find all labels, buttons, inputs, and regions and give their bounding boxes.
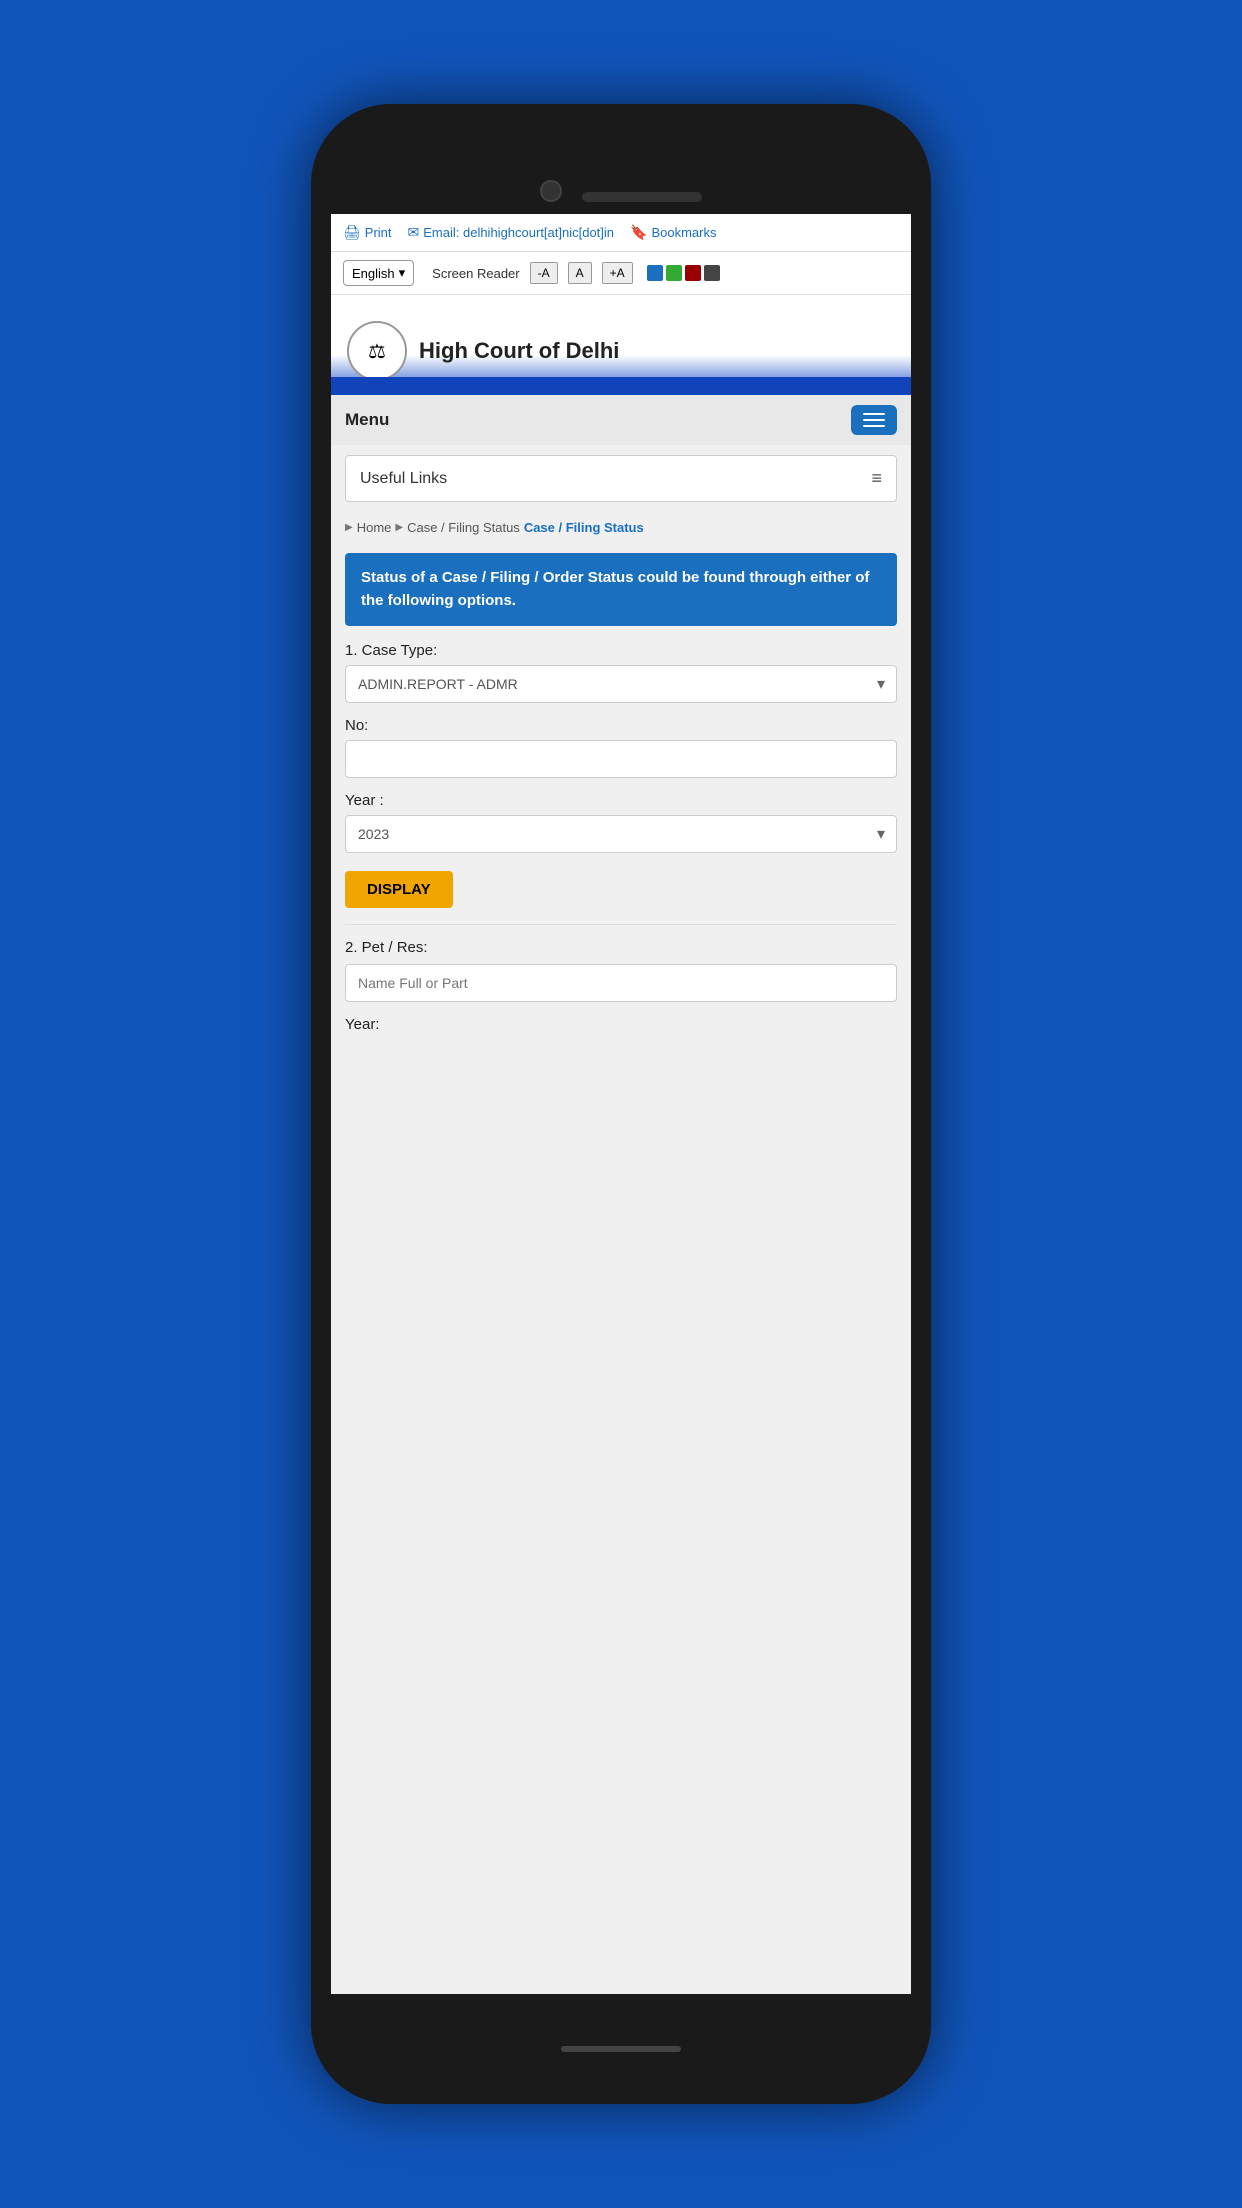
emblem-symbol: ⚖ <box>368 339 386 364</box>
browser-toolbar: 🖨 Print ✉ Email: delhihighcourt[at]nic[d… <box>331 214 911 252</box>
no-label: No: <box>345 717 897 734</box>
nav-bar: Menu <box>331 395 911 445</box>
menu-label: Menu <box>345 410 389 430</box>
menu-lines-icon: ≡ <box>871 468 882 489</box>
color-swatches <box>647 265 720 281</box>
controls-bar: English ▾ Screen Reader -A A +A <box>331 252 911 295</box>
chevron-down-icon: ▾ <box>399 265 406 281</box>
year-select-wrapper: 2023 ▾ <box>345 815 897 853</box>
emblem: ⚖ <box>347 321 407 381</box>
print-icon: 🖨 <box>343 224 361 241</box>
bookmark-icon: 🔖 <box>630 224 647 241</box>
case-type-group: 1. Case Type: ADMIN.REPORT - ADMR ▾ <box>345 642 897 703</box>
useful-links-bar[interactable]: Useful Links ≡ <box>345 455 897 502</box>
print-label: Print <box>365 225 392 240</box>
breadcrumb-parent[interactable]: Case / Filing Status <box>407 520 520 535</box>
useful-links-label: Useful Links <box>360 470 447 488</box>
hamburger-line-1 <box>863 413 885 415</box>
phone-bottom <box>311 1994 931 2104</box>
case-type-label: 1. Case Type: <box>345 642 897 659</box>
phone-screen: 🖨 Print ✉ Email: delhihighcourt[at]nic[d… <box>331 214 911 1994</box>
language-label: English <box>352 266 395 281</box>
site-title: High Court of Delhi <box>419 338 619 364</box>
swatch-red[interactable] <box>685 265 701 281</box>
display-button[interactable]: DISPLAY <box>345 871 453 908</box>
breadcrumb-arrow-2: ▶ <box>395 522 403 533</box>
no-group: No: <box>345 717 897 778</box>
email-label: Email: delhihighcourt[at]nic[dot]in <box>423 225 614 240</box>
breadcrumb-home[interactable]: Home <box>357 520 392 535</box>
section2-label: 2. Pet / Res: <box>345 939 897 956</box>
case-type-select[interactable]: ADMIN.REPORT - ADMR <box>345 665 897 703</box>
section2: 2. Pet / Res: Year: <box>345 924 897 1033</box>
hamburger-line-3 <box>863 425 885 427</box>
year-select[interactable]: 2023 <box>345 815 897 853</box>
year-group: Year : 2023 ▾ <box>345 792 897 853</box>
year2-label: Year: <box>345 1016 897 1033</box>
breadcrumb-current: Case / Filing Status <box>524 520 644 535</box>
name-group <box>345 964 897 1002</box>
bookmarks-button[interactable]: 🔖 Bookmarks <box>630 224 716 241</box>
name-input[interactable] <box>345 964 897 1002</box>
no-input[interactable] <box>345 740 897 778</box>
main-content: Status of a Case / Filing / Order Status… <box>331 543 911 1994</box>
print-button[interactable]: 🖨 Print <box>343 224 392 241</box>
language-select[interactable]: English ▾ <box>343 260 414 286</box>
phone-camera <box>540 180 562 202</box>
home-indicator <box>561 2046 681 2052</box>
bookmarks-label: Bookmarks <box>651 225 716 240</box>
site-header: ⚖ High Court of Delhi <box>331 295 911 395</box>
font-increase-button[interactable]: +A <box>602 262 633 284</box>
screen-reader-label: Screen Reader <box>432 266 519 281</box>
breadcrumb-arrow-1: ▶ <box>345 522 353 533</box>
swatch-blue[interactable] <box>647 265 663 281</box>
phone-frame: 🖨 Print ✉ Email: delhihighcourt[at]nic[d… <box>311 104 931 2104</box>
phone-top-bar <box>311 104 931 214</box>
case-type-select-wrapper: ADMIN.REPORT - ADMR ▾ <box>345 665 897 703</box>
hamburger-button[interactable] <box>851 405 897 435</box>
hamburger-line-2 <box>863 419 885 421</box>
info-box-text: Status of a Case / Filing / Order Status… <box>361 569 869 609</box>
email-button[interactable]: ✉ Email: delhihighcourt[at]nic[dot]in <box>408 224 615 241</box>
swatch-dark[interactable] <box>704 265 720 281</box>
info-box: Status of a Case / Filing / Order Status… <box>345 553 897 626</box>
swatch-green[interactable] <box>666 265 682 281</box>
breadcrumb: ▶ Home ▶ Case / Filing Status Case / Fil… <box>331 512 911 543</box>
phone-speaker <box>582 192 702 202</box>
year-label: Year : <box>345 792 897 809</box>
email-icon: ✉ <box>408 224 420 241</box>
font-decrease-button[interactable]: -A <box>530 262 558 284</box>
font-normal-button[interactable]: A <box>568 262 592 284</box>
